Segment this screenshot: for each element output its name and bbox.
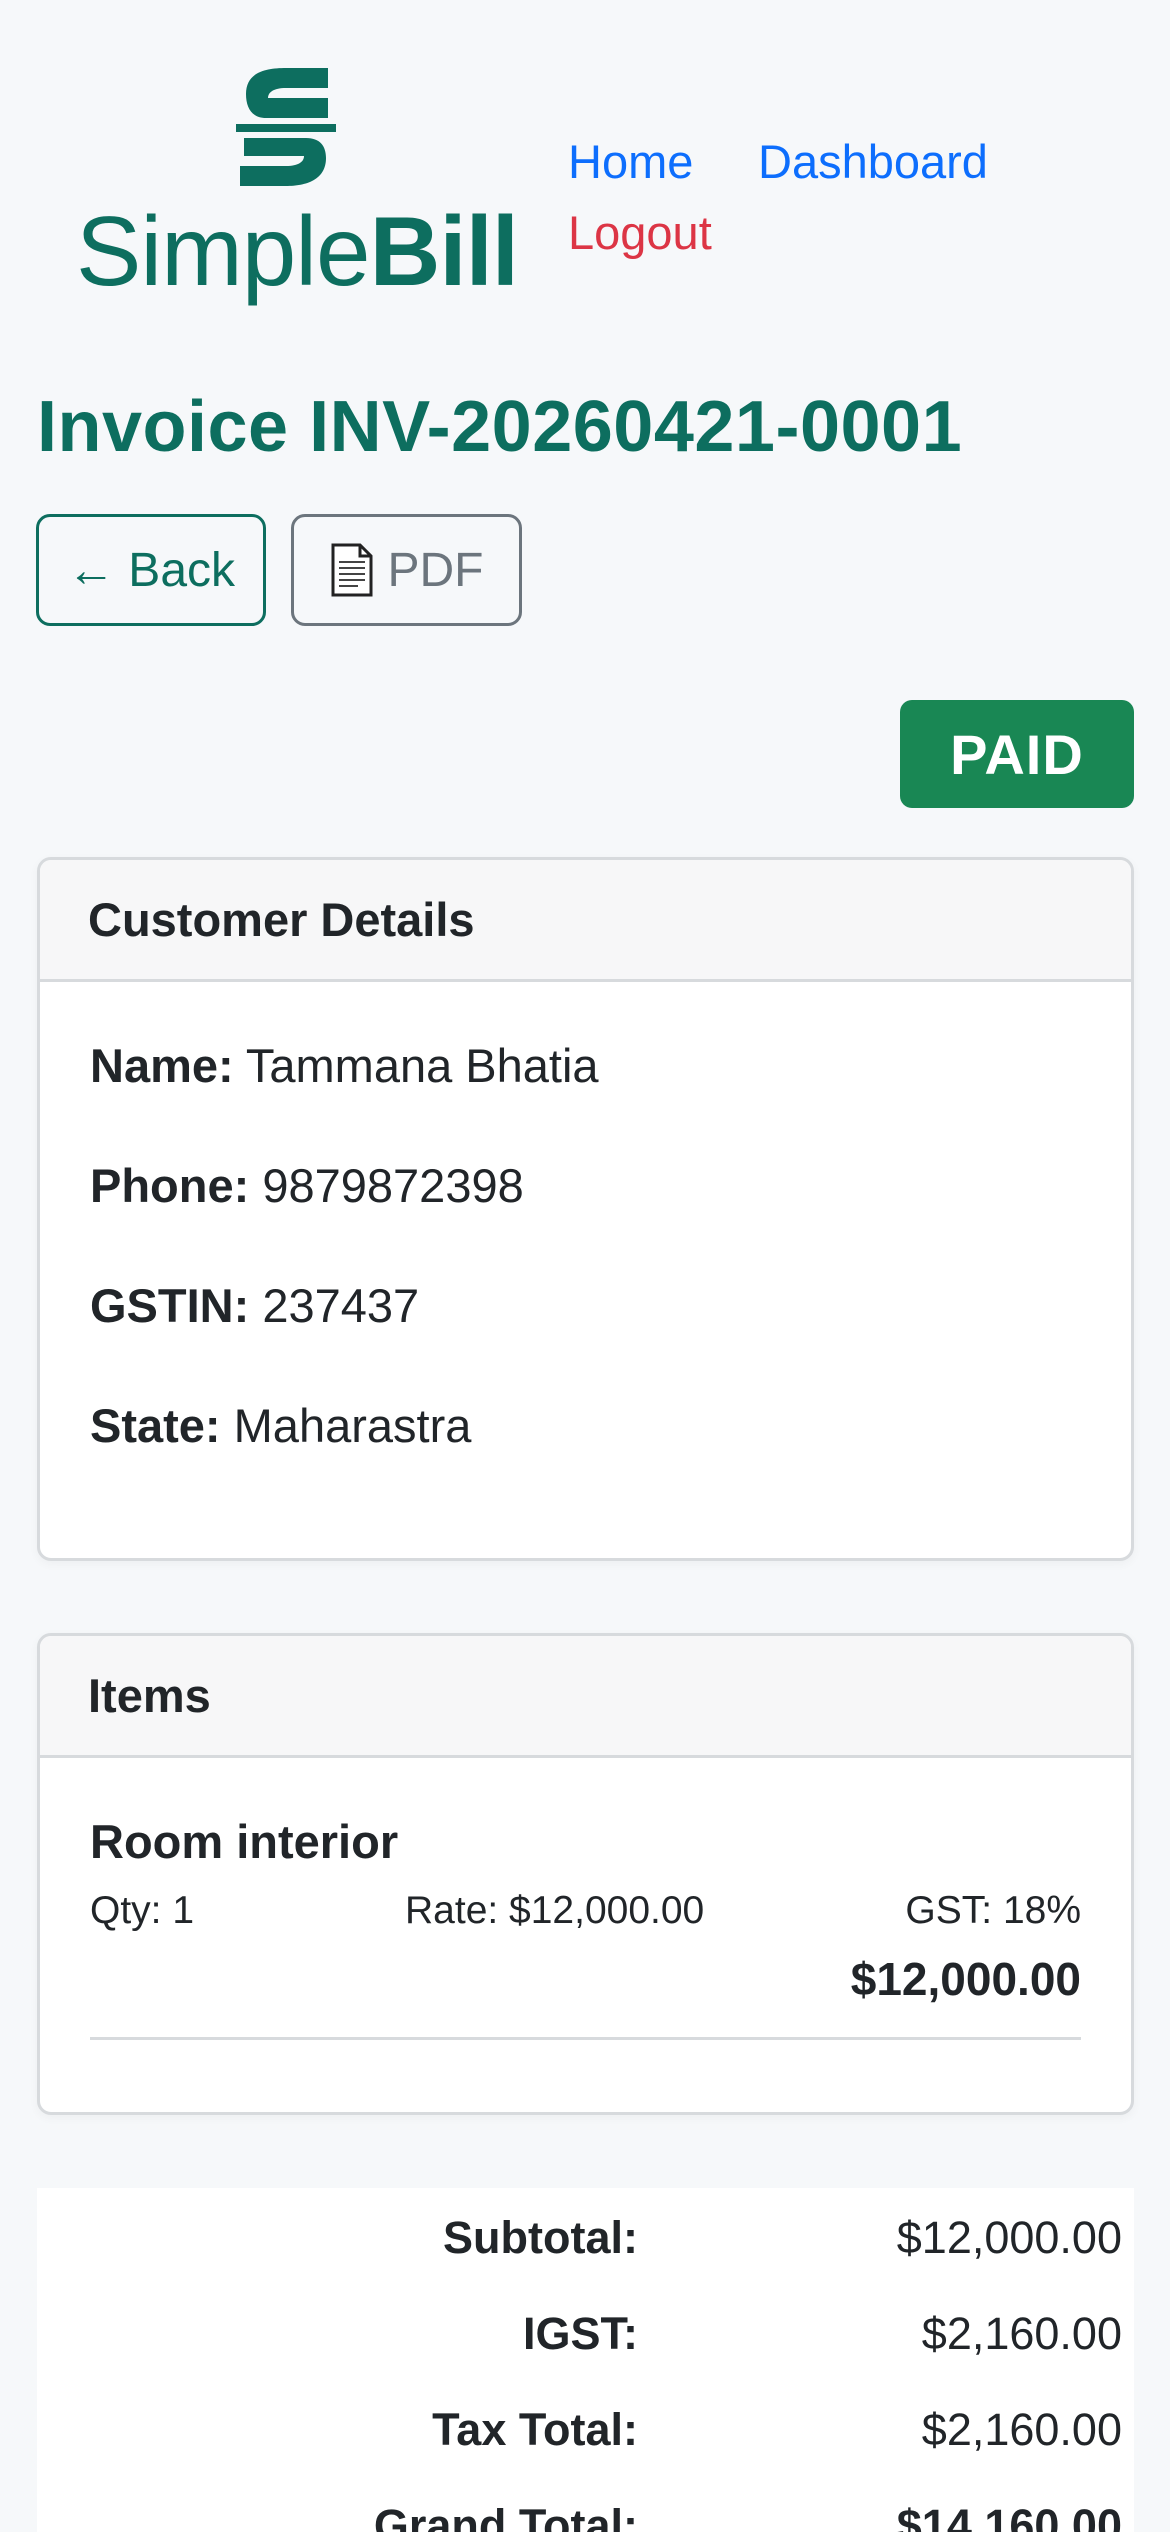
status-badge: PAID	[900, 700, 1134, 808]
item-gst: GST: 18%	[905, 1889, 1081, 1932]
item-qty: Qty: 1	[90, 1889, 195, 1932]
subtotal-label: Subtotal:	[443, 2212, 638, 2263]
item-divider	[90, 2037, 1081, 2040]
tax-total-value: $2,160.00	[921, 2404, 1122, 2455]
pdf-button[interactable]: PDF	[291, 514, 522, 626]
subtotal-value: $12,000.00	[896, 2212, 1122, 2263]
logo-text-bold: Bill	[369, 196, 519, 306]
customer-phone-label: Phone:	[90, 1159, 250, 1212]
logo-s-icon	[236, 68, 336, 186]
customer-state-value: Maharastra	[233, 1399, 472, 1452]
customer-gstin-value: 237437	[262, 1279, 420, 1332]
back-button-label: ← Back	[66, 543, 236, 597]
customer-phone-value: 9879872398	[262, 1159, 524, 1212]
customer-details-header: Customer Details	[40, 860, 1131, 982]
customer-name-value: Tammana Bhatia	[245, 1039, 599, 1092]
customer-name-row: Name: Tammana Bhatia	[90, 1038, 599, 1094]
document-icon	[331, 543, 372, 597]
igst-value: $2,160.00	[921, 2308, 1122, 2359]
customer-state-row: State: Maharastra	[90, 1398, 471, 1454]
pdf-button-label: PDF	[387, 543, 484, 597]
nav-home-link[interactable]: Home	[568, 134, 693, 190]
item-rate: Rate: $12,000.00	[405, 1889, 705, 1932]
items-header: Items	[40, 1636, 1131, 1758]
app-header: SimpleBill Home Dashboard Logout	[0, 0, 1170, 340]
customer-state-label: State:	[90, 1399, 221, 1452]
logo-text-light: Simple	[76, 196, 371, 306]
item-total: $12,000.00	[850, 1953, 1081, 2005]
customer-name-label: Name:	[90, 1039, 234, 1092]
page-title: Invoice INV-20260421-0001	[37, 387, 963, 467]
logo-wordmark: SimpleBill	[76, 196, 519, 306]
customer-phone-row: Phone: 9879872398	[90, 1158, 524, 1214]
igst-label: IGST:	[522, 2308, 638, 2359]
customer-gstin-row: GSTIN: 237437	[90, 1278, 419, 1334]
totals-table: Subtotal: $12,000.00 IGST: $2,160.00 Tax…	[37, 2188, 1134, 2532]
grand-total-value: $14,160.00	[896, 2500, 1122, 2532]
item-name: Room interior	[90, 1815, 399, 1868]
customer-gstin-label: GSTIN:	[90, 1279, 250, 1332]
nav-dashboard-link[interactable]: Dashboard	[758, 134, 988, 190]
customer-details-card: Customer Details Name: Tammana Bhatia Ph…	[37, 857, 1134, 1561]
tax-total-label: Tax Total:	[432, 2404, 638, 2455]
items-card: Items Room interior Qty: 1 Rate: $12,000…	[37, 1633, 1134, 2115]
nav-logout-link[interactable]: Logout	[568, 205, 712, 261]
back-button[interactable]: ← Back	[36, 514, 266, 626]
grand-total-label: Grand Total:	[373, 2500, 638, 2532]
simplebill-logo[interactable]: SimpleBill	[76, 66, 536, 316]
